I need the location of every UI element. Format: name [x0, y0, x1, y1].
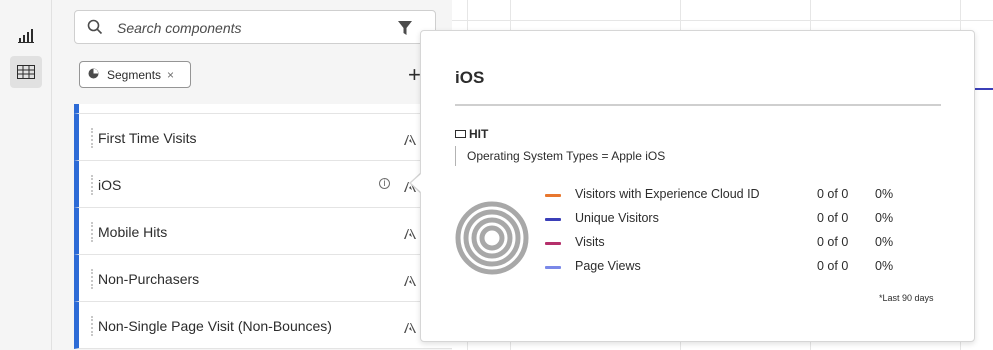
series-swatch [545, 194, 561, 197]
adobe-logo-icon [404, 273, 416, 291]
table-grid-icon[interactable] [10, 56, 42, 88]
list-item-label: Mobile Hits [98, 224, 168, 240]
list-item[interactable]: Non-Purchasers [74, 255, 452, 302]
list-item-label: iOS [98, 177, 122, 193]
components-panel: Search components Segments × + First Tim… [52, 0, 452, 350]
series-swatch [545, 242, 561, 245]
search-placeholder: Search components [117, 20, 242, 36]
metric-count: 0 of 0 [817, 187, 849, 201]
adobe-logo-icon [404, 320, 416, 338]
metric-count: 0 of 0 [817, 211, 849, 225]
metric-percent: 0% [875, 235, 894, 249]
table-series-line [972, 88, 993, 90]
list-item[interactable]: Mobile Hits [74, 208, 452, 255]
tag-label: Segments [107, 67, 162, 82]
list-item[interactable]: First Time Visits [74, 114, 452, 161]
segment-list: First Time Visits iOS i Mobile Hits Non-… [74, 104, 452, 349]
metric-label: Visitors with Experience Cloud ID [575, 187, 760, 201]
metric-row: Page Views 0 of 0 0% [541, 257, 951, 281]
list-item[interactable]: Non-Single Page Visit (Non-Bounces) [74, 302, 452, 349]
popover-arrow-fill [411, 174, 421, 192]
drag-handle[interactable] [91, 316, 93, 336]
series-swatch [545, 218, 561, 221]
hit-container-icon [455, 130, 466, 138]
metric-row: Unique Visitors 0 of 0 0% [541, 209, 951, 233]
container-label: HIT [469, 127, 489, 141]
container-type: HIT [455, 127, 488, 141]
popover-title: iOS [455, 68, 485, 87]
segment-icon [88, 68, 99, 82]
drag-handle[interactable] [91, 222, 93, 242]
metric-label: Visits [575, 235, 605, 249]
segment-rule: Operating System Types = Apple iOS [455, 146, 665, 166]
filter-icon[interactable] [397, 20, 413, 41]
drag-handle[interactable] [91, 175, 93, 195]
metrics-list: Visitors with Experience Cloud ID 0 of 0… [541, 185, 951, 281]
info-icon[interactable]: i [379, 178, 390, 189]
popover-divider [455, 104, 941, 106]
date-range-footnote: *Last 90 days [879, 293, 934, 303]
drag-handle[interactable] [91, 128, 93, 148]
search-input[interactable]: Search components [74, 10, 436, 44]
list-item-label: Non-Single Page Visit (Non-Bounces) [98, 318, 332, 334]
metric-percent: 0% [875, 211, 894, 225]
metric-label: Page Views [575, 259, 641, 273]
list-item-label: Non-Purchasers [98, 271, 200, 287]
table-divider [452, 20, 993, 21]
bar-chart-icon[interactable] [10, 20, 42, 52]
list-item[interactable]: iOS i [74, 161, 452, 208]
metric-label: Unique Visitors [575, 211, 659, 225]
tag-remove-icon[interactable]: × [167, 68, 174, 82]
list-item [74, 104, 452, 114]
metric-row: Visitors with Experience Cloud ID 0 of 0… [541, 185, 951, 209]
metric-count: 0 of 0 [817, 259, 849, 273]
adobe-logo-icon [404, 226, 416, 244]
metric-percent: 0% [875, 187, 894, 201]
metric-row: Visits 0 of 0 0% [541, 233, 951, 257]
adobe-logo-icon [404, 132, 416, 150]
metric-count: 0 of 0 [817, 235, 849, 249]
list-item-label: First Time Visits [98, 130, 197, 146]
audience-donut-icon [455, 201, 529, 280]
segments-filter-tag[interactable]: Segments × [79, 61, 191, 88]
drag-handle[interactable] [91, 269, 93, 289]
metric-percent: 0% [875, 259, 894, 273]
left-rail [0, 0, 52, 350]
add-component-button[interactable]: + [408, 62, 421, 88]
segment-info-popover: iOS HIT Operating System Types = Apple i… [420, 30, 975, 342]
series-swatch [545, 266, 561, 269]
search-icon [87, 19, 103, 40]
